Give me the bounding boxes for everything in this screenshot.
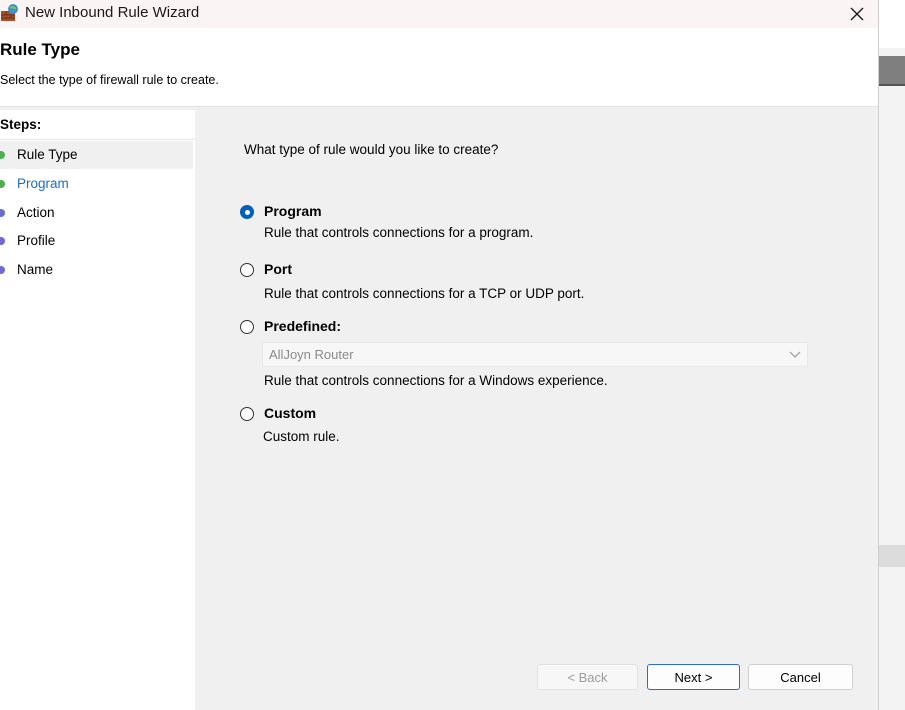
next-button[interactable]: Next >: [647, 664, 740, 690]
wizard-window: New Inbound Rule Wizard Rule Type Select…: [0, 0, 879, 710]
step-status-dot-icon: [0, 237, 5, 245]
option-description: Rule that controls connections for a TCP…: [264, 286, 585, 301]
dropdown-value: AllJoyn Router: [269, 347, 354, 362]
window-title: New Inbound Rule Wizard: [25, 4, 200, 21]
step-program[interactable]: Program: [0, 170, 193, 198]
wizard-header: Rule Type Select the type of firewall ru…: [0, 28, 878, 107]
step-profile[interactable]: Profile: [0, 227, 193, 255]
step-status-dot-icon: [0, 209, 5, 217]
step-name[interactable]: Name: [0, 256, 193, 284]
predefined-radio[interactable]: [240, 320, 254, 334]
wizard-content: What type of rule would you like to crea…: [198, 110, 878, 710]
back-button[interactable]: < Back: [537, 664, 638, 690]
step-label: Action: [17, 205, 55, 220]
chevron-down-icon: [789, 351, 801, 358]
step-label: Rule Type: [17, 147, 78, 162]
step-status-dot-icon: [0, 180, 5, 188]
cancel-button[interactable]: Cancel: [748, 664, 853, 690]
steps-divider: [0, 139, 195, 140]
option-label[interactable]: Predefined:: [264, 318, 341, 334]
firewall-app-icon: [0, 3, 20, 23]
option-description: Rule that controls connections for a pro…: [264, 225, 534, 240]
step-label: Profile: [17, 233, 56, 248]
step-action[interactable]: Action: [0, 199, 193, 227]
close-button[interactable]: [836, 0, 878, 28]
title-bar: New Inbound Rule Wizard: [0, 0, 878, 28]
option-label[interactable]: Custom: [264, 405, 316, 421]
rule-type-question: What type of rule would you like to crea…: [244, 142, 499, 157]
page-title: Rule Type: [0, 40, 80, 59]
close-icon: [850, 7, 864, 21]
option-label[interactable]: Program: [264, 203, 322, 219]
option-label[interactable]: Port: [264, 261, 292, 277]
step-label: Program: [17, 176, 69, 191]
step-label: Name: [17, 262, 54, 277]
option-description: Custom rule.: [263, 429, 340, 444]
steps-panel: Steps: Rule Type Program Action Profile …: [0, 110, 195, 710]
predefined-rule-dropdown[interactable]: AllJoyn Router: [262, 342, 808, 367]
step-status-dot-icon: [0, 151, 5, 159]
step-rule-type[interactable]: Rule Type: [0, 141, 193, 169]
steps-heading: Steps:: [0, 117, 42, 132]
port-radio[interactable]: [240, 263, 254, 277]
step-status-dot-icon: [0, 266, 5, 274]
program-radio[interactable]: [240, 205, 254, 219]
option-description: Rule that controls connections for a Win…: [264, 373, 608, 388]
background-window-strip: [878, 0, 905, 710]
page-subtitle: Select the type of firewall rule to crea…: [0, 73, 219, 87]
custom-radio[interactable]: [240, 407, 254, 421]
